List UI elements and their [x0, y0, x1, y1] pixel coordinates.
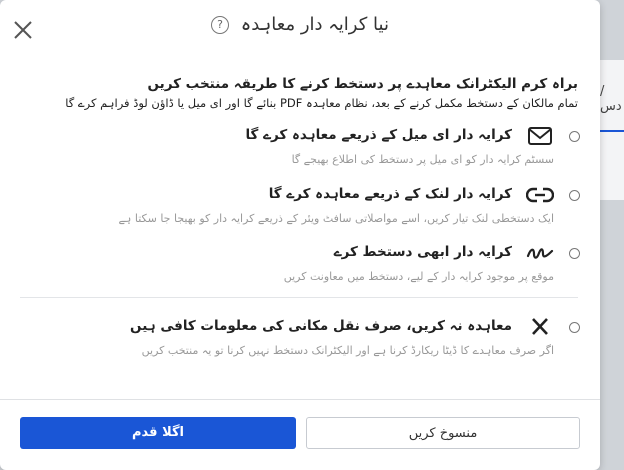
new-tenant-agreement-dialog: نیا کرایہ دار معاہدہ ? براہ کرم الیکٹران…	[0, 0, 600, 470]
option-sign-now-description: موقع پر موجود کرایہ دار کے لیے، دستخط می…	[283, 270, 554, 283]
option-link-radio[interactable]	[569, 190, 580, 201]
x-mark-icon	[526, 316, 554, 338]
intro-subtext: تمام مالکان کے دستخط مکمل کرنے کے بعد، ن…	[65, 96, 578, 110]
background-tab-text: /دس	[600, 84, 622, 114]
option-email-sign[interactable]: کرایہ دار ای میل کے ذریعے معاہدہ کرے گا …	[22, 127, 582, 175]
option-sign-now-radio[interactable]	[569, 248, 580, 259]
option-email-label: کرایہ دار ای میل کے ذریعے معاہدہ کرے گا	[245, 127, 512, 143]
dialog-header: نیا کرایہ دار معاہدہ ?	[0, 0, 600, 58]
option-link-sign[interactable]: کرایہ دار لنک کے ذریعے معاہدہ کرے گا ایک…	[22, 186, 582, 234]
option-sign-now-label: کرایہ دار ابھی دستخط کرے	[333, 244, 512, 260]
background-panel: /دس	[600, 60, 624, 200]
footer-divider	[0, 399, 600, 400]
background-tab-underline	[600, 130, 624, 132]
intro-heading: براہ کرم الیکٹرانک معاہدے پر دستخط کرنے …	[147, 76, 579, 92]
option-no-agreement-description: اگر صرف معاہدے کا ڈیٹا ریکارڈ کرنا ہے او…	[141, 344, 554, 357]
option-no-agreement-radio[interactable]	[569, 322, 580, 333]
option-sign-now[interactable]: کرایہ دار ابھی دستخط کرے موقع پر موجود ک…	[22, 244, 582, 292]
dialog-title-wrap: نیا کرایہ دار معاہدہ ?	[0, 14, 600, 35]
intro-block: براہ کرم الیکٹرانک معاہدے پر دستخط کرنے …	[38, 76, 578, 110]
cancel-button[interactable]: منسوخ کریں	[306, 417, 580, 449]
option-link-description: ایک دستخطی لنک تیار کریں، اسے مواصلاتی س…	[118, 212, 554, 225]
next-step-button[interactable]: اگلا قدم	[20, 417, 296, 449]
options-divider	[20, 297, 578, 298]
option-email-description: سسٹم کرایہ دار کو ای میل پر دستخط کی اطل…	[291, 153, 554, 166]
option-no-agreement[interactable]: معاہدہ نہ کریں، صرف نقل مکانی کی معلومات…	[22, 318, 582, 366]
dialog-title: نیا کرایہ دار معاہدہ	[240, 14, 389, 35]
signature-icon	[526, 242, 554, 264]
help-icon[interactable]: ?	[211, 16, 230, 34]
option-no-agreement-label: معاہدہ نہ کریں، صرف نقل مکانی کی معلومات…	[130, 318, 512, 334]
envelope-icon	[526, 125, 554, 147]
option-link-label: کرایہ دار لنک کے ذریعے معاہدہ کرے گا	[268, 186, 512, 202]
link-icon	[525, 184, 555, 206]
option-email-radio[interactable]	[569, 131, 580, 142]
